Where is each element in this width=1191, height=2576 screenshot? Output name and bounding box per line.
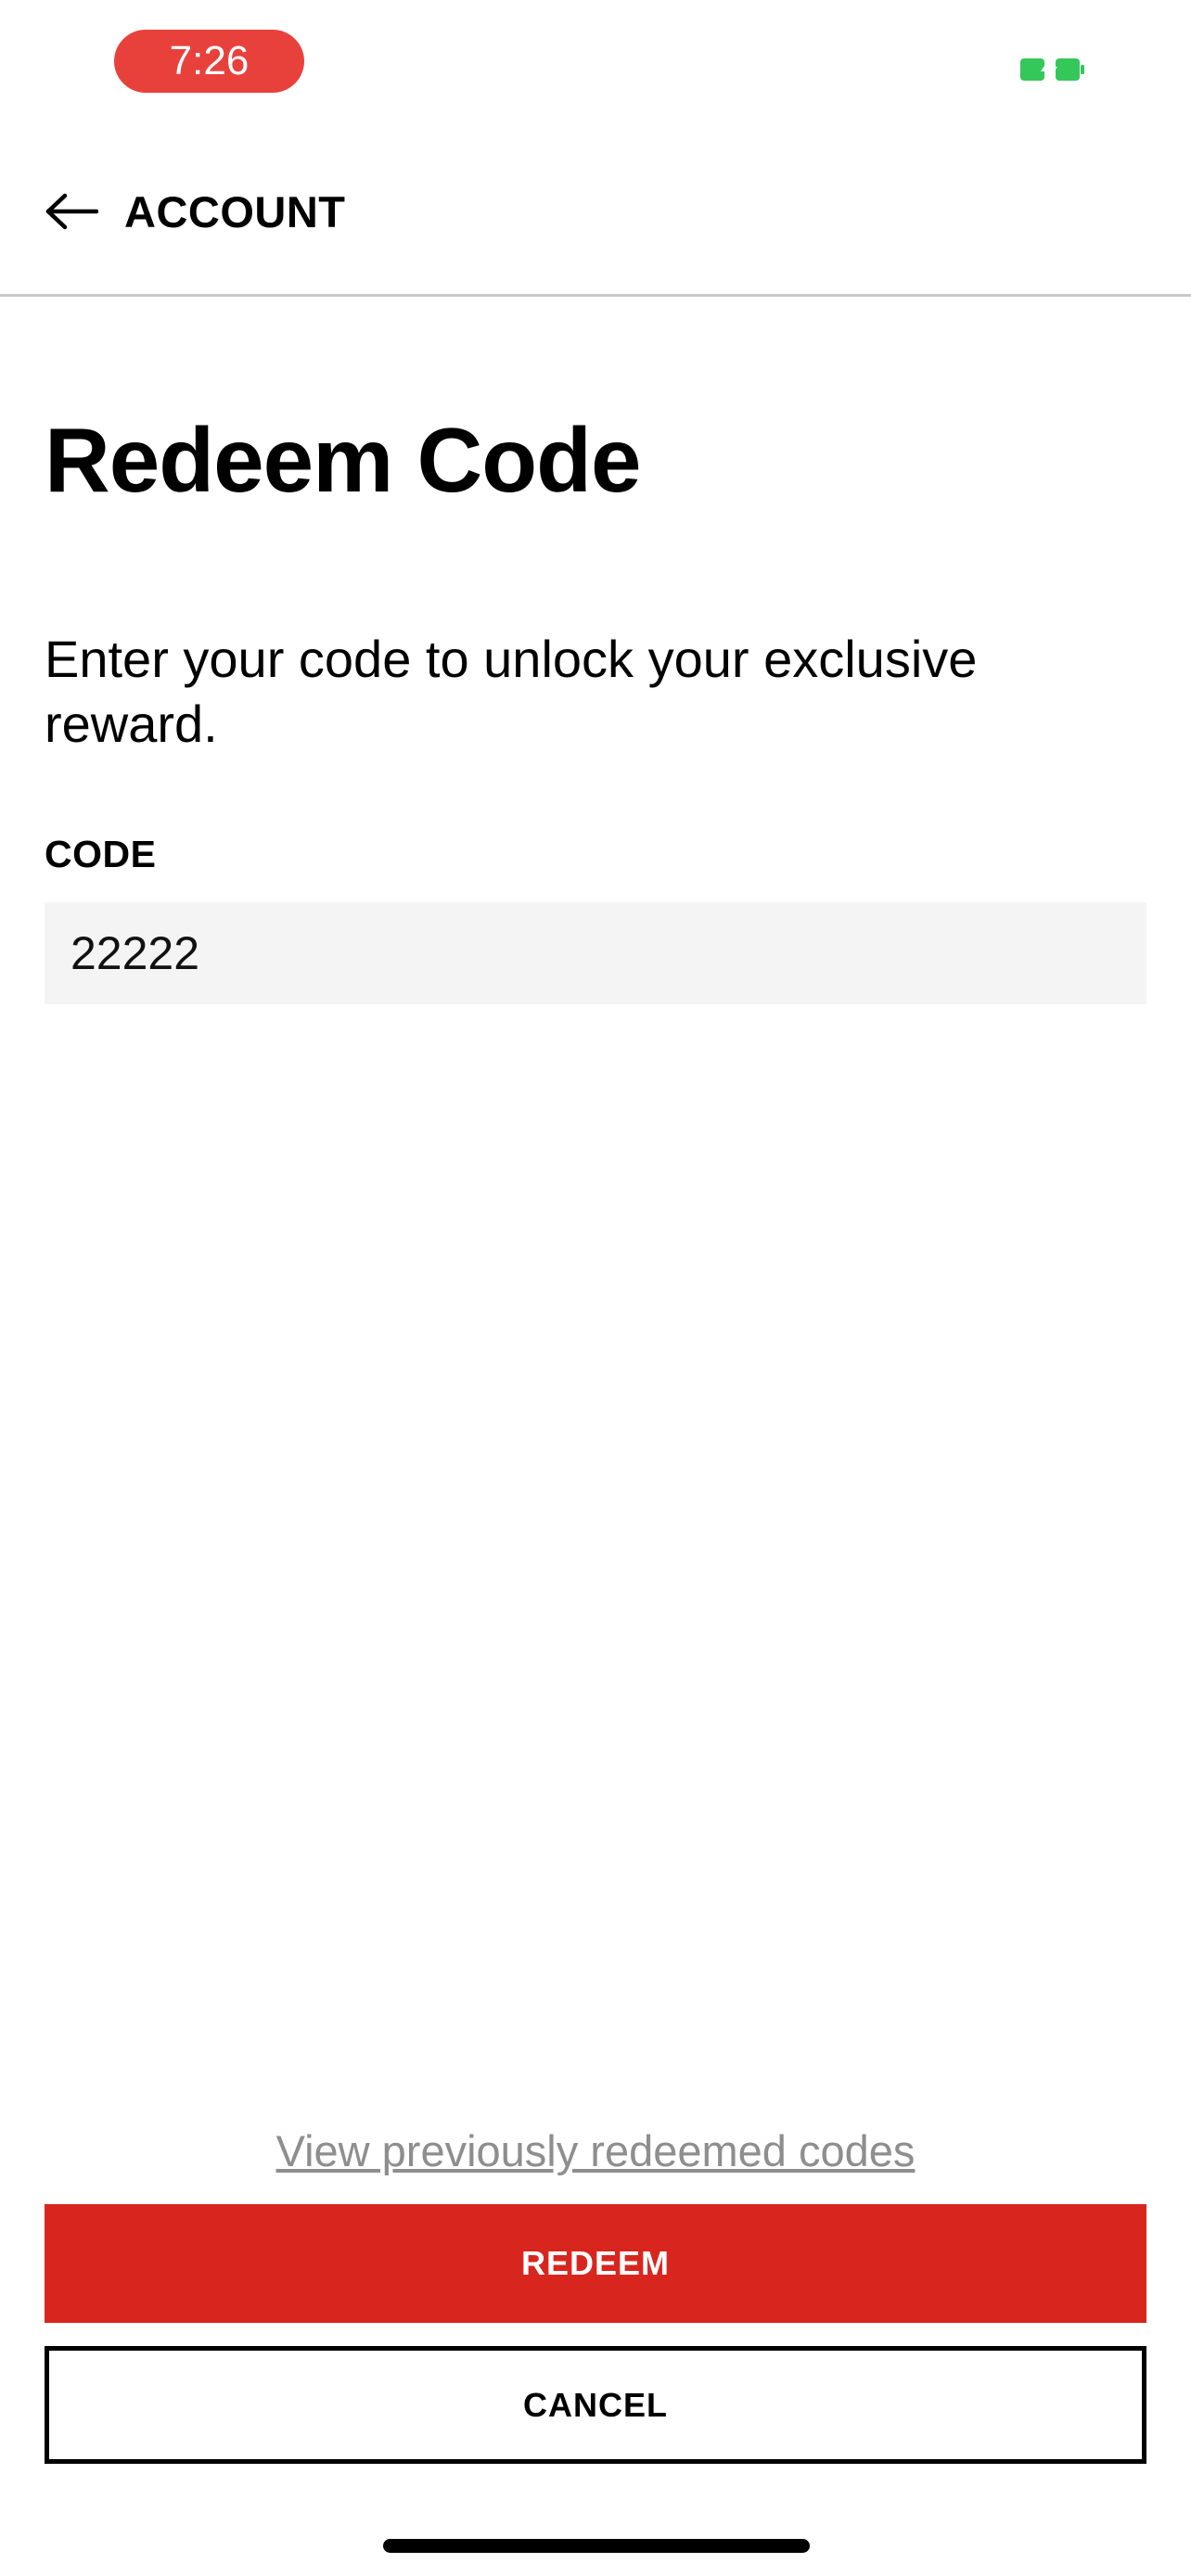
battery-charging-icon (1020, 57, 1084, 82)
arrow-left-icon (45, 193, 98, 230)
redeem-code-screen: 7:26 ACCOUNT Redeem Code Enter your code… (0, 0, 1191, 2576)
redeem-button[interactable]: REDEEM (45, 2204, 1146, 2323)
page-title: Redeem Code (45, 409, 642, 511)
status-bar: 7:26 (0, 0, 1191, 121)
code-input[interactable] (45, 902, 1146, 1004)
page-description: Enter your code to unlock your exclusive… (45, 630, 978, 753)
view-redeemed-codes-link[interactable]: View previously redeemed codes (0, 2125, 1191, 2176)
back-button[interactable]: ACCOUNT (45, 174, 345, 249)
back-label: ACCOUNT (124, 186, 346, 236)
header: ACCOUNT (0, 121, 1191, 297)
status-time[interactable]: 7:26 (114, 30, 304, 93)
cancel-button[interactable]: CANCEL (45, 2346, 1146, 2464)
code-field-label: CODE (45, 833, 157, 875)
home-indicator[interactable] (383, 2539, 810, 2553)
